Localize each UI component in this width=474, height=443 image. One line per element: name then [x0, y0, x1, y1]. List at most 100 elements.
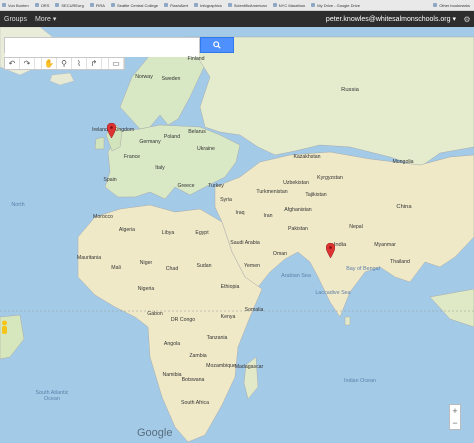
- world-map[interactable]: [0, 27, 474, 443]
- map-label: Nigeria: [137, 286, 155, 292]
- map-label: Greece: [177, 183, 195, 189]
- map-label: Kyrgyzstan: [317, 175, 343, 181]
- map-label: Italy: [155, 165, 165, 171]
- bookmark-label: Infographics: [200, 2, 222, 8]
- search-input[interactable]: [5, 42, 199, 57]
- map-label: North: [11, 202, 25, 208]
- redo-icon[interactable]: ↷: [20, 58, 35, 69]
- map-label: Tanzania: [206, 335, 228, 341]
- map-label: Thailand: [390, 259, 410, 265]
- map-label: Zambia: [189, 353, 207, 359]
- map-label: Somalia: [244, 307, 264, 313]
- map-label: Mauritania: [76, 255, 102, 261]
- map-label: Iran: [263, 213, 273, 219]
- ruler-icon[interactable]: ▭: [108, 58, 124, 69]
- map-label: Myanmar: [374, 242, 396, 248]
- bookmark-favicon-icon: [55, 3, 60, 7]
- bookmark-label: Other bookmarks: [439, 2, 470, 8]
- bookmark-item[interactable]: Seattle Central College: [109, 3, 162, 8]
- bookmark-item[interactable]: My Drive - Google Drive: [309, 3, 364, 8]
- account-menu[interactable]: peter.knowles@whitesalmonschools.org ▾: [326, 15, 460, 23]
- map-label: Chad: [165, 266, 179, 272]
- map-label: Sweden: [161, 76, 181, 82]
- bookmark-favicon-icon: [89, 3, 94, 7]
- marker-icon[interactable]: ⚲: [57, 58, 72, 69]
- bookmark-item[interactable]: FlashAlert: [162, 3, 192, 8]
- map-label: Pakistan: [288, 226, 308, 232]
- map-label: Mozambique: [206, 363, 236, 369]
- map-label: Algeria: [118, 227, 136, 233]
- map-marker-uk[interactable]: [107, 123, 116, 138]
- map-toolbar: ↶ ↷ ✋ ⚲ ⌇ ↱ ▭: [4, 57, 125, 70]
- map-label: Finland: [187, 56, 205, 62]
- map-label: Libya: [161, 230, 175, 236]
- bookmarks-bar: Von Bunten ORS SECUREorg FIRA Seattle Centra…: [0, 0, 474, 11]
- map-label: Madagascar: [234, 364, 264, 370]
- map-label: Kazakhstan: [293, 154, 321, 160]
- route-icon[interactable]: ↱: [87, 58, 102, 69]
- map-label: France: [123, 154, 141, 160]
- map-label: Morocco: [93, 214, 113, 220]
- map-label: Nepal: [349, 224, 363, 230]
- map-label: South Atlantic Ocean: [35, 390, 69, 402]
- bookmark-item[interactable]: Other bookmarks: [431, 3, 474, 8]
- bookmark-favicon-icon: [34, 3, 39, 7]
- bookmark-favicon-icon: [194, 3, 199, 7]
- map-label: Spain: [103, 177, 117, 183]
- hand-icon[interactable]: ✋: [41, 58, 57, 69]
- zoom-in-button[interactable]: +: [452, 406, 457, 416]
- zoom-control: + −: [449, 404, 461, 430]
- groups-link[interactable]: Groups: [0, 16, 31, 23]
- map-label: Saudi Arabia: [230, 240, 260, 246]
- map-label: Botswana: [181, 377, 205, 383]
- bookmark-favicon-icon: [2, 3, 6, 7]
- map-label: South Africa: [181, 400, 209, 406]
- bookmark-item[interactable]: FIRA: [88, 3, 109, 8]
- map-label: Ireland: [92, 127, 108, 133]
- bookmark-item[interactable]: ORS: [33, 3, 54, 8]
- pegman-icon[interactable]: [0, 320, 9, 336]
- search-box[interactable]: [4, 37, 200, 57]
- bookmark-item[interactable]: Infographics: [192, 3, 226, 8]
- more-menu[interactable]: More ▾: [31, 15, 60, 23]
- bookmark-label: FlashAlert: [170, 2, 189, 8]
- map-label: Oman: [272, 251, 288, 257]
- bookmark-favicon-icon: [433, 3, 438, 7]
- bookmark-label: FIRA: [95, 2, 105, 8]
- bookmark-favicon-icon: [311, 3, 316, 7]
- map-label: DR Congo: [170, 317, 196, 323]
- bookmark-label: SECUREorg: [61, 2, 84, 8]
- search-button[interactable]: [200, 37, 234, 53]
- bookmark-label: My Drive - Google Drive: [317, 2, 360, 8]
- google-logo: Google: [137, 427, 173, 439]
- zoom-out-button[interactable]: −: [452, 418, 457, 428]
- map-label: China: [396, 204, 412, 210]
- bookmark-favicon-icon: [110, 3, 115, 7]
- map-label: Sudan: [196, 263, 212, 269]
- bookmark-item[interactable]: NYC Marathon: [271, 3, 309, 8]
- line-icon[interactable]: ⌇: [72, 58, 87, 69]
- bookmark-favicon-icon: [272, 3, 277, 7]
- map-marker-india[interactable]: [326, 243, 335, 258]
- map-label: Tajikistan: [305, 192, 327, 198]
- map-label: Angola: [163, 341, 181, 347]
- map-label: Kenya: [220, 314, 236, 320]
- bookmark-item[interactable]: SECUREorg: [53, 3, 87, 8]
- bookmark-item[interactable]: ScientificAmerican: [226, 3, 271, 8]
- map-label: Kingdom: [113, 127, 135, 133]
- map-label: Iraq: [235, 210, 245, 216]
- map-label: Indian Ocean: [343, 378, 377, 384]
- bookmark-favicon-icon: [164, 3, 169, 7]
- undo-icon[interactable]: ↶: [5, 58, 20, 69]
- map-label: Ukraine: [197, 146, 215, 152]
- map-label: Namibia: [162, 372, 182, 378]
- bookmark-label: Seattle Central College: [116, 2, 159, 8]
- gear-icon[interactable]: ⚙: [460, 15, 474, 24]
- map-label: Poland: [163, 134, 181, 140]
- map-label: Norway: [135, 74, 153, 80]
- map-label: Yemen: [244, 263, 260, 269]
- bookmark-label: ORS: [40, 2, 50, 8]
- map-label: Uzbekistan: [283, 180, 309, 186]
- top-bar: Groups More ▾ peter.knowles@whitesalmons…: [0, 11, 474, 27]
- bookmark-item[interactable]: Von Bunten: [0, 3, 33, 8]
